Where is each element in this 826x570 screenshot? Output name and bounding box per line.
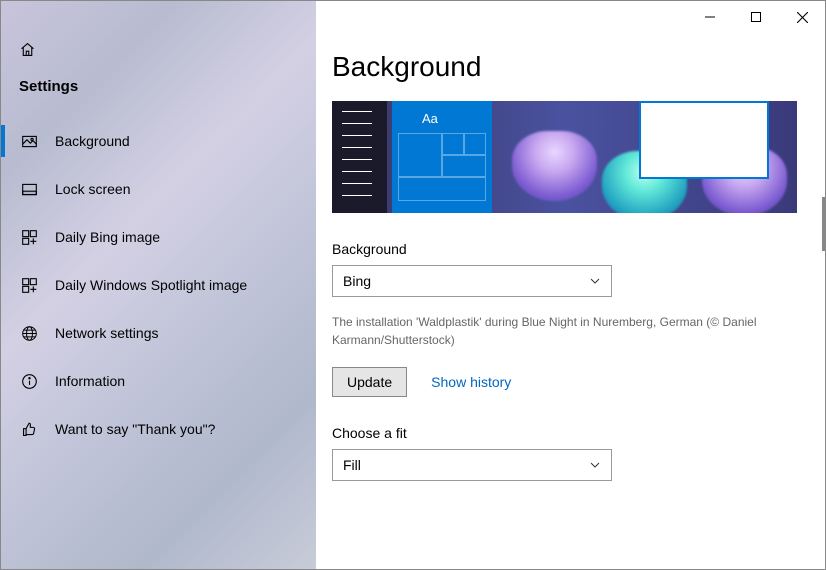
sidebar-item-label: Daily Bing image — [55, 229, 160, 245]
page-title: Background — [332, 51, 797, 83]
background-select-value: Bing — [343, 273, 371, 289]
sidebar-item-label: Information — [55, 373, 125, 389]
preview-sample-text: Aa — [422, 111, 438, 126]
globe-icon — [19, 325, 39, 342]
update-button[interactable]: Update — [332, 367, 407, 397]
chevron-down-icon — [589, 275, 601, 287]
sidebar-item-lock-screen[interactable]: Lock screen — [1, 165, 316, 213]
preview-window — [639, 101, 769, 179]
scrollbar-thumb[interactable] — [822, 197, 825, 251]
sidebar-item-thank-you[interactable]: Want to say "Thank you"? — [1, 405, 316, 453]
grid-plus-icon — [19, 277, 39, 294]
sidebar-item-daily-spotlight[interactable]: Daily Windows Spotlight image — [1, 261, 316, 309]
thumbs-up-icon — [19, 421, 39, 438]
background-select[interactable]: Bing — [332, 265, 612, 297]
chevron-down-icon — [589, 459, 601, 471]
sidebar-item-background[interactable]: Background — [1, 117, 316, 165]
sidebar-list: Background Lock screen Daily Bing image — [1, 117, 316, 453]
picture-icon — [19, 133, 39, 150]
main-pane: Background Aa Background — [316, 1, 825, 569]
fit-label: Choose a fit — [332, 425, 797, 441]
settings-header: Settings — [1, 78, 316, 117]
lockscreen-icon — [19, 181, 39, 198]
content-area: Background Aa Background — [316, 33, 825, 569]
info-icon — [19, 373, 39, 390]
show-history-link[interactable]: Show history — [431, 374, 511, 390]
sidebar-item-network[interactable]: Network settings — [1, 309, 316, 357]
sidebar-item-information[interactable]: Information — [1, 357, 316, 405]
maximize-button[interactable] — [733, 1, 779, 33]
sidebar-item-daily-bing[interactable]: Daily Bing image — [1, 213, 316, 261]
grid-plus-icon — [19, 229, 39, 246]
sidebar: Settings Background Lock screen — [1, 1, 316, 569]
preview-flora — [512, 131, 597, 201]
preview-taskbar — [332, 101, 387, 213]
desktop-preview: Aa — [332, 101, 797, 213]
sidebar-item-label: Background — [55, 133, 130, 149]
minimize-button[interactable] — [687, 1, 733, 33]
close-button[interactable] — [779, 1, 825, 33]
sidebar-item-label: Daily Windows Spotlight image — [55, 277, 247, 293]
fit-select-value: Fill — [343, 457, 361, 473]
background-label: Background — [332, 241, 797, 257]
home-icon[interactable] — [19, 41, 298, 58]
image-caption: The installation 'Waldplastik' during Bl… — [332, 313, 792, 349]
fit-select[interactable]: Fill — [332, 449, 612, 481]
titlebar — [316, 1, 825, 33]
sidebar-item-label: Want to say "Thank you"? — [55, 421, 215, 437]
sidebar-item-label: Network settings — [55, 325, 158, 341]
sidebar-item-label: Lock screen — [55, 181, 130, 197]
